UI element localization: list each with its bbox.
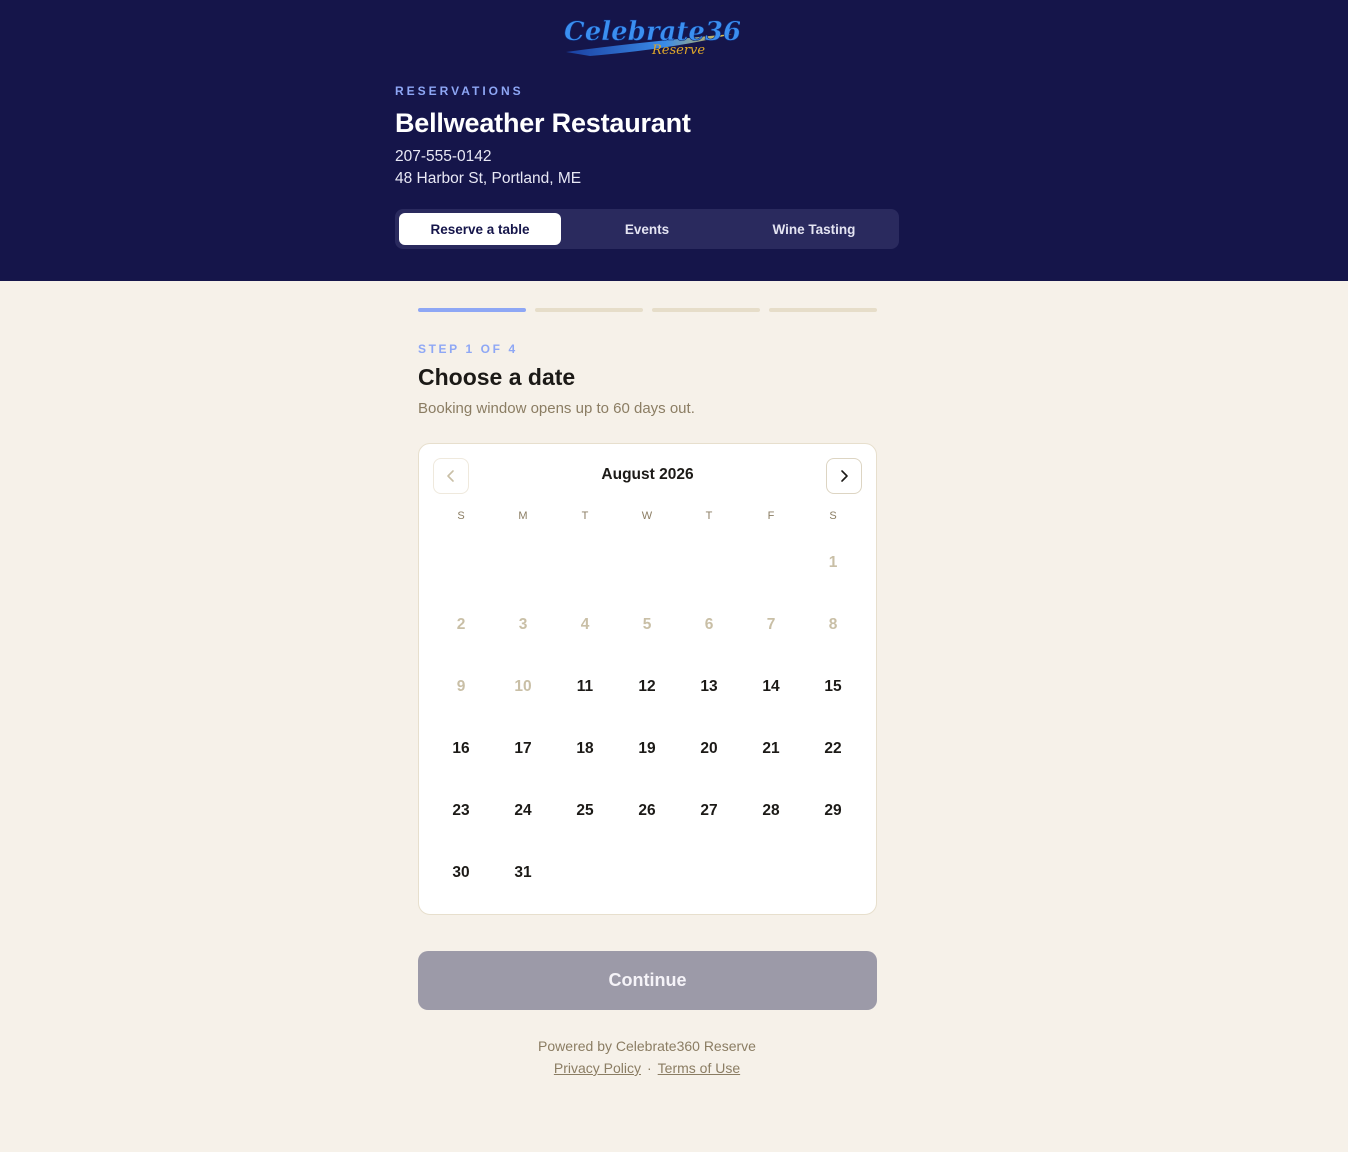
calendar-day-22[interactable]: 22 (802, 718, 864, 780)
calendar-day-28[interactable]: 28 (740, 780, 802, 842)
calendar-day-30[interactable]: 30 (430, 842, 492, 904)
calendar-day-27[interactable]: 27 (678, 780, 740, 842)
calendar-day-29[interactable]: 29 (802, 780, 864, 842)
calendar-blank-cell (430, 532, 492, 594)
calendar-blank-cell (740, 532, 802, 594)
section-eyebrow: RESERVATIONS (395, 84, 524, 98)
calendar-day-6: 6 (704, 616, 714, 633)
calendar-day-11[interactable]: 11 (554, 656, 616, 718)
calendar-day-26[interactable]: 26 (616, 780, 678, 842)
step-title: Choose a date (418, 364, 576, 390)
next-month-button[interactable] (826, 458, 862, 494)
link-separator: · (647, 1060, 652, 1076)
calendar-day-15[interactable]: 15 (802, 656, 864, 718)
calendar-day-5: 5 (642, 616, 652, 633)
calendar-day-20[interactable]: 20 (678, 718, 740, 780)
calendar-day-7: 7 (766, 616, 776, 633)
weekday-label: W (641, 510, 653, 522)
svg-text:Reserve: Reserve (651, 43, 705, 58)
calendar-blank-cell (678, 532, 740, 594)
step-subtitle: Booking window opens up to 60 days out. (418, 400, 695, 417)
progress-segment-4 (769, 308, 877, 312)
chevron-right-icon (841, 470, 848, 482)
progress-segment-2 (535, 308, 643, 312)
header: Celebrate360 Reserve RESERVATIONS Bellwe… (0, 0, 1348, 281)
step-label: STEP 1 OF 4 (418, 342, 518, 356)
weekday-label: F (767, 510, 775, 522)
calendar-day-9: 9 (456, 678, 466, 695)
weekday-label: M (518, 510, 528, 522)
venue-address: 48 Harbor St, Portland, ME (395, 170, 582, 187)
calendar-day-23[interactable]: 23 (430, 780, 492, 842)
weekday-label: S (829, 510, 837, 522)
calendar-day-1: 1 (828, 554, 838, 571)
calendar-day-18[interactable]: 18 (554, 718, 616, 780)
calendar-day-16[interactable]: 16 (430, 718, 492, 780)
calendar-day-24[interactable]: 24 (492, 780, 554, 842)
step-progress-bar (418, 308, 877, 312)
celebrate360-logo: Celebrate360 Reserve (564, 17, 740, 58)
calendar-day-14[interactable]: 14 (740, 656, 802, 718)
legal-links: Privacy Policy · Terms of Use (0, 1060, 1294, 1076)
continue-button[interactable]: Continue (418, 951, 877, 1010)
calendar-blank-cell (616, 532, 678, 594)
calendar-day-19[interactable]: 19 (616, 718, 678, 780)
calendar-blank-cell (554, 532, 616, 594)
venue-phone: 207-555-0142 (395, 148, 492, 165)
calendar-day-10: 10 (514, 678, 532, 695)
progress-segment-1 (418, 308, 526, 312)
calendar-blank-cell (492, 532, 554, 594)
calendar-day-8: 8 (828, 616, 838, 633)
tab-reserve-a-table[interactable]: Reserve a table (399, 213, 561, 245)
date-picker-calendar: August 2026 S M T W T F S 1 2 3 4 5 6 7 8 9 10 11 1… (418, 443, 877, 915)
weekday-label: T (581, 510, 589, 522)
tab-wine-tasting[interactable]: Wine Tasting (733, 213, 895, 245)
reservation-type-tabs: Reserve a table Events Wine Tasting (395, 209, 899, 249)
privacy-policy-link[interactable]: Privacy Policy (554, 1060, 641, 1076)
calendar-day-13[interactable]: 13 (678, 656, 740, 718)
calendar-day-17[interactable]: 17 (492, 718, 554, 780)
venue-name: Bellweather Restaurant (395, 108, 691, 138)
weekday-label: S (457, 510, 465, 522)
powered-by-text: Powered by Celebrate360 Reserve (538, 1038, 756, 1054)
weekday-label: T (705, 510, 713, 522)
calendar-day-12[interactable]: 12 (616, 656, 678, 718)
progress-segment-3 (652, 308, 760, 312)
month-label: August 2026 (601, 466, 694, 483)
calendar-day-21[interactable]: 21 (740, 718, 802, 780)
tab-events[interactable]: Events (566, 213, 728, 245)
calendar-day-2: 2 (456, 616, 466, 633)
calendar-day-3: 3 (518, 616, 528, 633)
terms-of-use-link[interactable]: Terms of Use (658, 1060, 740, 1076)
calendar-day-25[interactable]: 25 (554, 780, 616, 842)
calendar-day-31[interactable]: 31 (492, 842, 554, 904)
calendar-days-grid: 1 2 3 4 5 6 7 8 9 10 11 12 13 14 15 16 17 18 19 20 21 22 23 24 2… (430, 532, 864, 904)
calendar-day-4: 4 (580, 616, 590, 633)
weekday-header-row: S M T W T F S (430, 508, 864, 524)
